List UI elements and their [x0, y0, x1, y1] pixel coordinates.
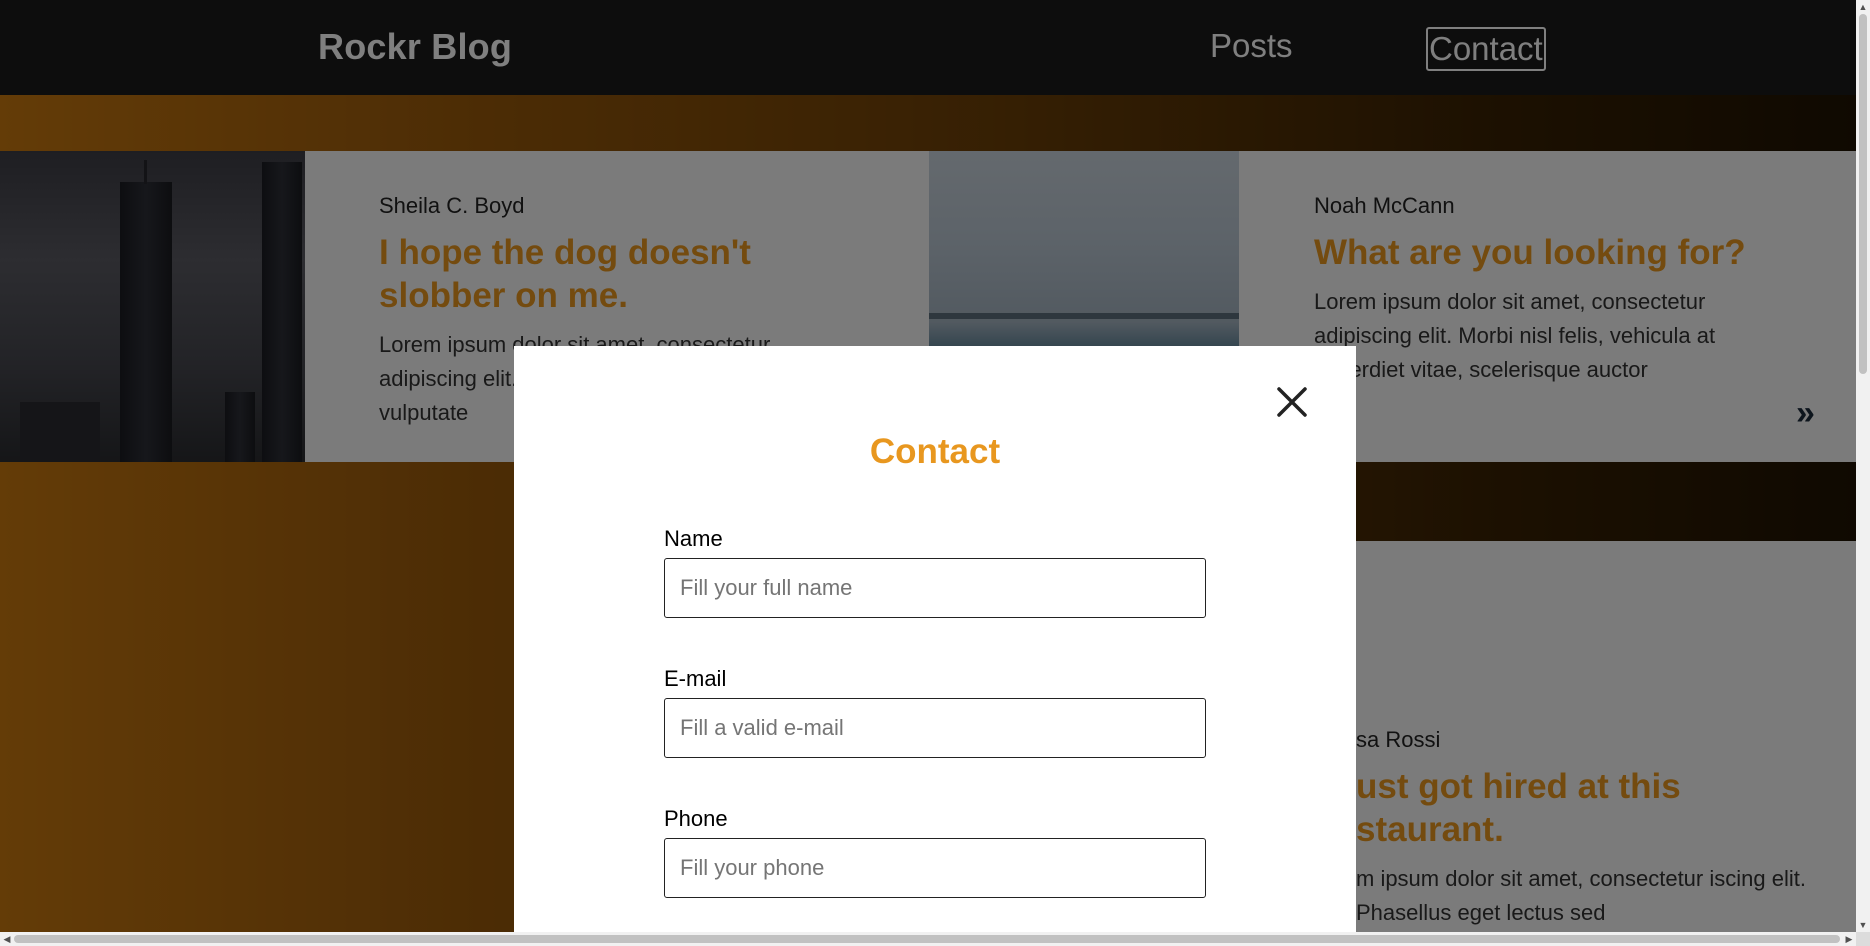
scroll-up-arrow-icon[interactable]: ▲	[1856, 0, 1870, 14]
name-field-group: Name	[664, 526, 1206, 618]
email-input[interactable]	[664, 698, 1206, 758]
phone-input[interactable]	[664, 838, 1206, 898]
email-field-group: E-mail	[664, 666, 1206, 758]
horizontal-scrollbar-thumb[interactable]	[14, 935, 1840, 943]
page: Rockr Blog Posts Contact Sheila C. Boyd …	[0, 0, 1870, 946]
phone-label: Phone	[664, 806, 728, 831]
email-label: E-mail	[664, 666, 727, 691]
name-input[interactable]	[664, 558, 1206, 618]
vertical-scrollbar[interactable]: ▲ ▼	[1856, 0, 1870, 946]
phone-field-group: Phone	[664, 806, 1206, 898]
vertical-scrollbar-thumb[interactable]	[1859, 14, 1867, 374]
scroll-left-arrow-icon[interactable]: ◀	[0, 932, 14, 946]
scrollbar-corner	[1856, 932, 1870, 946]
close-icon[interactable]	[1276, 386, 1308, 418]
horizontal-scrollbar[interactable]: ◀ ▶	[0, 932, 1856, 946]
name-label: Name	[664, 526, 723, 551]
scroll-right-arrow-icon[interactable]: ▶	[1842, 932, 1856, 946]
scroll-down-arrow-icon[interactable]: ▼	[1856, 918, 1870, 932]
contact-modal: Contact Name E-mail Phone	[514, 346, 1356, 946]
modal-title: Contact	[869, 432, 1001, 471]
